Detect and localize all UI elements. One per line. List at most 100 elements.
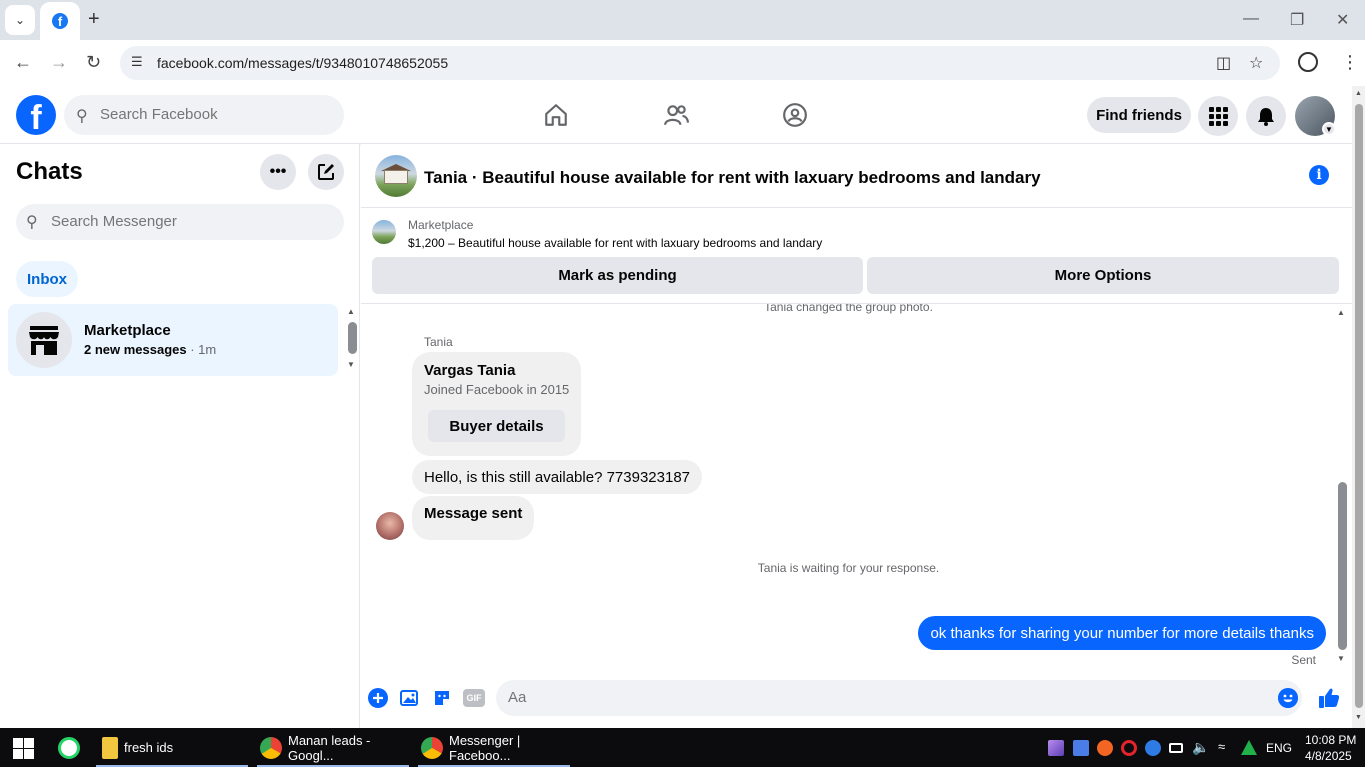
chat-list-item[interactable]: Marketplace 2 new messages · 1m xyxy=(8,304,338,376)
input-language[interactable]: ENG xyxy=(1266,741,1292,755)
upload-app-icon[interactable] xyxy=(1097,740,1113,756)
gif-icon[interactable]: GIF xyxy=(463,689,485,707)
minimize-button[interactable]: — xyxy=(1243,10,1259,28)
chat-name: Marketplace xyxy=(84,322,171,339)
site-info-icon[interactable]: ☰ xyxy=(131,54,143,70)
conversation-header: Tania · Beautiful house available for re… xyxy=(361,144,1352,208)
scroll-down-arrow-icon[interactable]: ▼ xyxy=(1337,654,1345,663)
battery-icon[interactable] xyxy=(1169,743,1183,753)
listing-price[interactable]: $1,200 – Beautiful house available for r… xyxy=(408,236,822,250)
address-bar[interactable]: ☰ facebook.com/messages/t/93480107486520… xyxy=(120,46,1280,80)
restore-button[interactable]: ❐ xyxy=(1290,10,1304,30)
account-chevron-icon[interactable]: ▼ xyxy=(1322,122,1336,136)
sender-avatar[interactable] xyxy=(376,512,404,540)
taskbar-app-fresh-ids[interactable]: fresh ids xyxy=(96,728,248,767)
message-input-box[interactable] xyxy=(496,680,1302,716)
listing-banner: Marketplace $1,200 – Beautiful house ava… xyxy=(361,208,1352,304)
grid-icon xyxy=(1209,107,1228,126)
notifications-button[interactable] xyxy=(1246,96,1286,136)
waiting-notice: Tania is waiting for your response. xyxy=(757,561,940,575)
scroll-down-arrow-icon[interactable]: ▼ xyxy=(1355,714,1362,721)
chrome-icon xyxy=(421,736,443,759)
sticker-icon[interactable] xyxy=(432,688,452,708)
listing-label: Marketplace xyxy=(408,218,474,232)
search-icon: ⚲ xyxy=(76,108,88,125)
facebook-logo-icon[interactable]: f xyxy=(16,95,56,135)
network-icon[interactable]: ≈ xyxy=(1218,739,1225,754)
message-composer: GIF xyxy=(361,672,1352,724)
close-window-button[interactable]: ✕ xyxy=(1336,10,1349,30)
conversation-avatar[interactable] xyxy=(375,155,417,197)
conversation-info-icon[interactable]: i xyxy=(1309,165,1329,185)
facebook-search-input[interactable] xyxy=(100,106,320,123)
scroll-down-arrow-icon[interactable]: ▼ xyxy=(347,360,355,369)
home-icon[interactable] xyxy=(543,102,569,128)
facebook-header: f ⚲ Find friends ▼ xyxy=(0,86,1352,144)
tab-search-button[interactable]: ⌄ xyxy=(5,5,35,35)
plus-icon[interactable] xyxy=(368,688,388,708)
browser-tab-facebook[interactable]: f xyxy=(40,2,80,40)
incoming-message[interactable]: Hello, is this still available? 77393231… xyxy=(412,460,703,494)
opera-icon[interactable] xyxy=(1121,740,1137,756)
search-icon: ⚲ xyxy=(26,214,38,231)
taskbar-app-label: fresh ids xyxy=(124,740,174,755)
clock-date[interactable]: 4/8/2025 xyxy=(1305,749,1352,763)
install-app-icon[interactable]: ◫ xyxy=(1216,53,1231,73)
page-scrollbar[interactable]: ▲ ▼ xyxy=(1352,86,1365,728)
taskbar-app-chrome-messenger[interactable]: Messenger | Faceboo... xyxy=(418,728,570,767)
chrome-profile-icon[interactable] xyxy=(1298,52,1318,72)
system-message: Tania changed the group photo. xyxy=(764,304,933,314)
forward-arrow-icon[interactable]: → xyxy=(50,52,68,73)
taskbar-app-chrome-leads[interactable]: Manan leads - Googl... xyxy=(257,728,409,767)
taskbar-app-label: Messenger | Faceboo... xyxy=(449,732,521,763)
incoming-message[interactable]: Message sent xyxy=(412,496,535,540)
more-options-button[interactable]: More Options xyxy=(867,257,1339,294)
groups-icon[interactable] xyxy=(782,102,808,128)
message-input[interactable] xyxy=(508,689,1248,706)
messenger-search[interactable]: ⚲ xyxy=(16,204,344,240)
windows-start-icon[interactable] xyxy=(13,738,34,759)
find-friends-button[interactable]: Find friends xyxy=(1087,97,1191,133)
house-shape xyxy=(384,170,408,184)
network-signal-icon[interactable] xyxy=(1241,740,1257,755)
menu-grid-button[interactable] xyxy=(1198,96,1238,136)
feather-app-icon[interactable] xyxy=(1048,740,1064,756)
scroll-up-arrow-icon[interactable]: ▲ xyxy=(1337,308,1345,317)
url-text[interactable]: facebook.com/messages/t/9348010748652055 xyxy=(157,55,448,71)
photo-icon[interactable] xyxy=(400,688,420,708)
volume-icon[interactable]: 🔈 xyxy=(1192,739,1209,756)
messenger-search-input[interactable] xyxy=(51,213,311,230)
listing-thumbnail[interactable] xyxy=(372,220,396,244)
bookmark-star-icon[interactable]: ☆ xyxy=(1249,53,1263,73)
browser-tab-strip: ⌄ f + — ❐ ✕ xyxy=(0,0,1365,40)
message-thread: Tania changed the group photo. Tania Var… xyxy=(361,304,1352,668)
vpn-icon[interactable] xyxy=(1073,740,1089,756)
new-tab-button[interactable]: + xyxy=(88,9,100,29)
friends-icon[interactable] xyxy=(663,102,689,128)
browser-toolbar: ← → ↻ ☰ facebook.com/messages/t/93480107… xyxy=(0,40,1365,86)
chats-options-button[interactable]: ••• xyxy=(260,154,296,190)
chrome-icon xyxy=(260,736,282,759)
back-arrow-icon[interactable]: ← xyxy=(14,52,32,73)
thumbs-up-icon[interactable] xyxy=(1317,686,1341,710)
conversation-title[interactable]: Tania · Beautiful house available for re… xyxy=(424,168,1041,188)
reload-icon[interactable]: ↻ xyxy=(86,52,101,73)
scroll-up-arrow-icon[interactable]: ▲ xyxy=(347,307,355,316)
bluetooth-icon[interactable] xyxy=(1145,740,1161,756)
mark-as-pending-button[interactable]: Mark as pending xyxy=(372,257,863,294)
new-message-button[interactable] xyxy=(308,154,344,190)
chat-list-scrollbar[interactable] xyxy=(348,322,357,354)
chrome-menu-icon[interactable]: ⋮ xyxy=(1341,52,1359,73)
emoji-icon[interactable] xyxy=(1278,688,1298,708)
clock-time[interactable]: 10:08 PM xyxy=(1305,733,1356,747)
outgoing-message[interactable]: ok thanks for sharing your number for mo… xyxy=(918,616,1326,650)
facebook-search[interactable]: ⚲ xyxy=(64,95,344,135)
taskbar-app-label: Manan leads - Googl... xyxy=(288,732,371,763)
thread-scrollbar[interactable] xyxy=(1338,482,1347,650)
scroll-up-arrow-icon[interactable]: ▲ xyxy=(1355,90,1362,97)
buyer-details-button[interactable]: Buyer details xyxy=(428,410,565,442)
page-scrollbar-thumb[interactable] xyxy=(1355,104,1363,708)
chat-preview-text: 2 new messages xyxy=(84,342,187,357)
whatsapp-taskbar-button[interactable] xyxy=(58,728,86,767)
inbox-tab[interactable]: Inbox xyxy=(16,261,78,297)
